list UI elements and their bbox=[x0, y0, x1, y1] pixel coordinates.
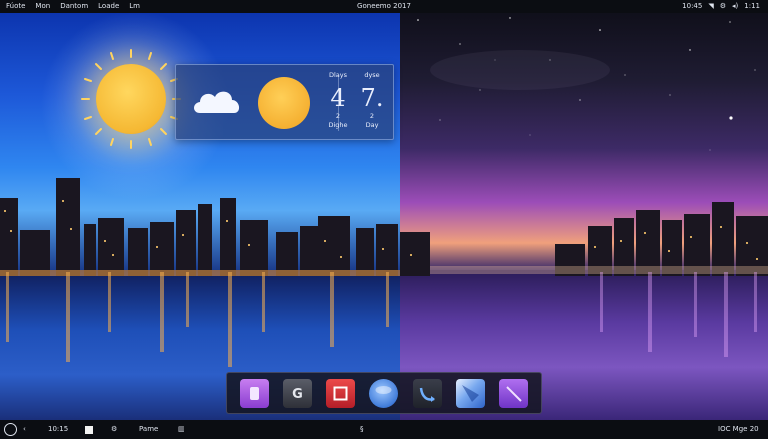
bottom-taskbar: ‹ 10:15 ⚙ Pame ▥ § IOC Mge 20 bbox=[0, 420, 768, 439]
weather-widget[interactable]: Dlays 4 2 Dighe dyse 7. 2 Day bbox=[175, 64, 394, 140]
dock-red-app-icon[interactable] bbox=[326, 378, 356, 408]
cloud-icon bbox=[194, 91, 240, 113]
back-arrow-icon[interactable]: ‹ bbox=[23, 420, 26, 439]
menu-item-2[interactable]: Mon bbox=[35, 0, 50, 13]
dock-purple-app-icon[interactable] bbox=[240, 378, 270, 408]
tray-extra-text: 1:11 bbox=[744, 2, 760, 10]
dock-pen-app-icon[interactable] bbox=[455, 378, 485, 408]
menu-item-3[interactable]: Dantom bbox=[60, 0, 88, 13]
svg-text:G: G bbox=[292, 387, 303, 402]
sun-icon bbox=[258, 77, 310, 129]
start-menu-icon[interactable] bbox=[4, 423, 17, 436]
gear-icon[interactable]: ⚙ bbox=[111, 420, 117, 439]
top-menu-bar: Fúote Mon Dantom Loade Lm Goneemo 2017 1… bbox=[0, 0, 768, 13]
taskbar-status-text: IOC Mge 20 bbox=[718, 425, 759, 433]
taskbar-time: 10:15 bbox=[48, 425, 69, 433]
dock-blue-orb-app-icon[interactable] bbox=[369, 378, 399, 408]
forecast-2-header: dyse bbox=[364, 71, 380, 79]
forecast-2-value: 7. bbox=[360, 84, 384, 112]
sun-graphic bbox=[96, 64, 166, 134]
square-app-icon[interactable] bbox=[85, 425, 93, 434]
forecast-2-sub: 2 bbox=[369, 112, 375, 120]
sound-icon[interactable]: ◂) bbox=[732, 0, 738, 13]
menu-item-5[interactable]: Lm bbox=[129, 0, 140, 13]
bars-icon[interactable]: ▥ bbox=[178, 420, 185, 439]
dock-g-app-icon[interactable]: G bbox=[283, 378, 313, 408]
water-reflections bbox=[6, 272, 757, 367]
clock[interactable]: 10:45 bbox=[682, 0, 702, 13]
dock-curved-arrow-app-icon[interactable] bbox=[412, 378, 442, 408]
forecast-column-2: dyse 7. 2 Day bbox=[352, 71, 392, 130]
center-app-icon[interactable]: § bbox=[360, 420, 364, 439]
settings-icon[interactable]: ⚙ bbox=[720, 0, 726, 13]
wifi-icon[interactable]: ◥ bbox=[708, 0, 713, 13]
app-dock: G bbox=[226, 372, 542, 414]
system-tray: 10:45 ◥ ⚙ ◂) 1:11 bbox=[682, 0, 760, 13]
menu-item-1[interactable]: Fúote bbox=[6, 0, 25, 13]
menu-item-4[interactable]: Loade bbox=[98, 0, 119, 13]
city-skyline bbox=[0, 178, 768, 276]
dock-violet-line-app-icon[interactable] bbox=[498, 378, 528, 408]
taskbar-label[interactable]: Pame bbox=[139, 420, 158, 439]
forecast-2-label: Day bbox=[365, 121, 379, 129]
